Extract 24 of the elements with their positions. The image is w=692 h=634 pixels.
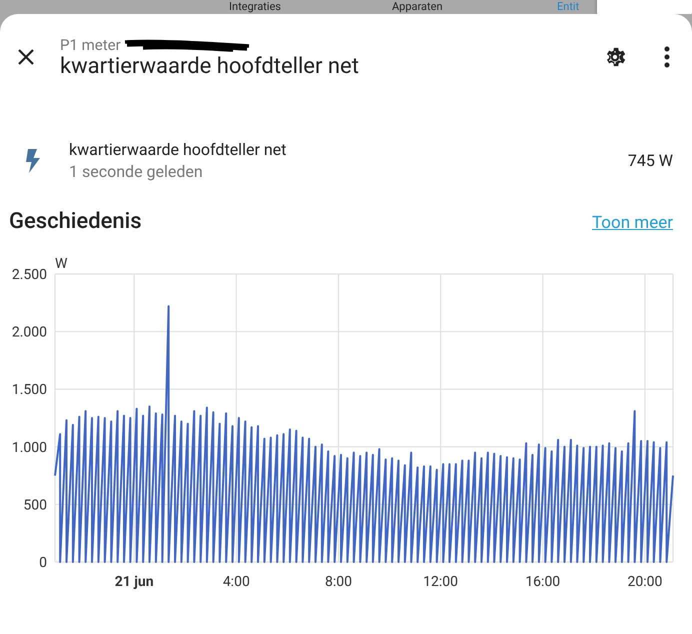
y-axis-label: 0 (39, 555, 47, 571)
lightning-icon (24, 148, 42, 174)
y-axis-label: 1.500 (12, 382, 47, 398)
last-changed-time: 1 seconde geleden (69, 162, 204, 181)
x-axis-label: 8:00 (324, 574, 352, 590)
history-heading: Geschiedenis (9, 209, 142, 234)
unit-label: W (55, 256, 68, 272)
x-axis-label: 20:00 (627, 574, 662, 590)
background-tab[interactable]: Apparaten (392, 0, 443, 13)
y-axis-label: 1.000 (12, 440, 47, 456)
x-axis-label: 4:00 (222, 574, 250, 590)
y-axis-label: 2.500 (12, 267, 47, 283)
close-icon (16, 47, 36, 67)
y-axis-label: 500 (23, 497, 47, 514)
x-axis-label: 16:00 (525, 574, 560, 590)
dialog-title: kwartierwaarde hoofdteller net (60, 54, 360, 78)
entity-state: 745 W (628, 151, 673, 170)
dialog-subtitle: P1 meter (60, 36, 121, 54)
x-axis-label: 21 jun (114, 574, 154, 590)
entity-name: kwartierwaarde hoofdteller net (69, 140, 288, 159)
y-axis-label: 2.000 (12, 324, 47, 341)
background-tab[interactable]: Integraties (229, 0, 281, 13)
more-icon (664, 46, 670, 68)
x-axis-label: 12:00 (423, 574, 458, 590)
